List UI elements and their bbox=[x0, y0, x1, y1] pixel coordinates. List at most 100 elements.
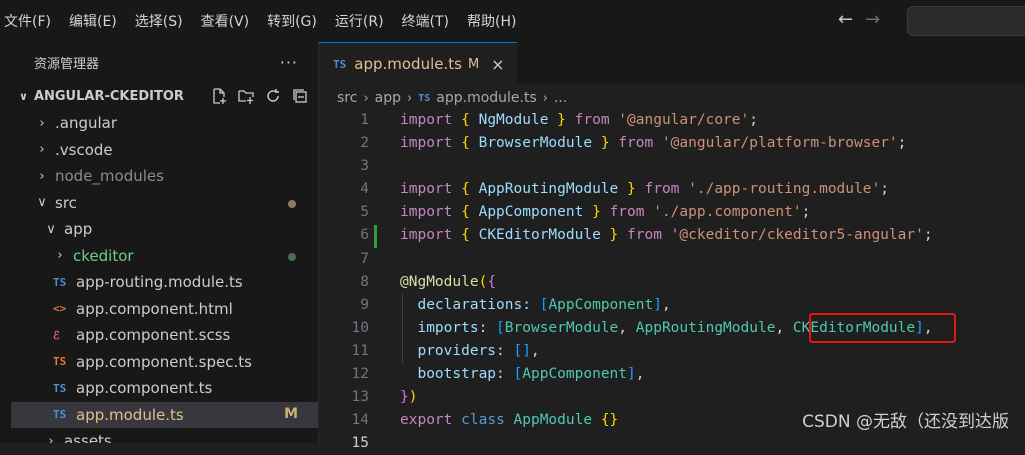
menu-item[interactable]: 转到(G) bbox=[267, 11, 317, 31]
breadcrumb-file[interactable]: app.module.ts bbox=[436, 90, 537, 106]
tree-file[interactable]: TS app-routing.module.ts bbox=[11, 269, 318, 296]
tree-folder[interactable]: › node_modules bbox=[11, 163, 318, 190]
refresh-icon[interactable] bbox=[263, 86, 283, 106]
explorer-title: 资源管理器 bbox=[34, 56, 100, 72]
chevron-right-icon: › bbox=[407, 90, 413, 106]
chevron-down-icon: ∨ bbox=[19, 89, 28, 103]
new-folder-icon[interactable] bbox=[236, 86, 256, 106]
spec-file-icon: TS bbox=[53, 355, 67, 369]
breadcrumb-src[interactable]: src bbox=[337, 90, 357, 106]
code-line: 3 bbox=[319, 155, 1025, 178]
file-tree: › .angular › .vscode › node_modules ∨ src ∨ app › c… bbox=[11, 110, 318, 443]
line-number: 8 bbox=[360, 273, 369, 290]
typescript-file-icon: TS bbox=[333, 57, 347, 71]
menu-bar: 文件(F) 编辑(E) 选择(S) 查看(V) 转到(G) 运行(R) 终端(T) 帮助(H)… bbox=[0, 0, 1025, 42]
watermark: CSDN @无敌（还没到达版 bbox=[802, 412, 1009, 432]
code-line: 7 bbox=[319, 248, 1025, 271]
menu-item[interactable]: 帮助(H) bbox=[467, 11, 516, 31]
tree-folder[interactable]: ∨ app bbox=[11, 216, 318, 243]
tree-file[interactable]: TS app.component.spec.ts bbox=[11, 349, 318, 376]
tab-bar: TS app.module.ts M × bbox=[319, 42, 1025, 85]
close-icon[interactable]: × bbox=[491, 55, 504, 74]
activity-bar bbox=[0, 42, 11, 443]
tree-folder[interactable]: › ckeditor bbox=[11, 243, 318, 270]
tree-item-label: node_modules bbox=[55, 167, 164, 186]
line-number: 1 bbox=[360, 112, 369, 128]
menu-item[interactable]: 选择(S) bbox=[135, 11, 183, 31]
tree-folder[interactable]: › .angular bbox=[11, 110, 318, 137]
code-text: import { BrowserModule } from '@angular/… bbox=[400, 135, 907, 152]
line-number: 14 bbox=[351, 412, 369, 429]
menu-item[interactable]: 终端(T) bbox=[402, 11, 449, 31]
forward-arrow-icon[interactable]: → bbox=[865, 9, 880, 30]
breadcrumb-more[interactable]: ... bbox=[554, 90, 567, 106]
code-line: 11 providers: [], bbox=[319, 340, 1025, 363]
code-text: import { CKEditorModule } from '@ckedito… bbox=[400, 227, 933, 244]
code-text: }) bbox=[400, 389, 418, 406]
tab-modified-badge: M bbox=[467, 56, 480, 72]
code-text: @NgModule({ bbox=[400, 273, 497, 290]
line-number: 11 bbox=[351, 342, 369, 359]
menu-item[interactable]: 编辑(E) bbox=[69, 11, 117, 31]
back-arrow-icon[interactable]: ← bbox=[838, 9, 853, 30]
tree-item-label: .angular bbox=[55, 114, 118, 133]
code-line: 6 import { CKEditorModule } from '@ckedit… bbox=[319, 224, 1025, 247]
tree-item-label: app bbox=[64, 220, 93, 239]
menu-item[interactable]: 运行(R) bbox=[335, 11, 384, 31]
tree-file[interactable]: ℰapp.component.scss bbox=[11, 322, 318, 349]
tree-item-label: src bbox=[55, 193, 77, 212]
tree-item-label: app.component.spec.ts bbox=[76, 352, 252, 371]
chevron-right-icon: › bbox=[363, 90, 369, 106]
tree-item-label: .vscode bbox=[55, 140, 113, 159]
code-line: 5 import { AppComponent } from './app.com… bbox=[319, 201, 1025, 224]
ts-file-icon: TS bbox=[53, 408, 67, 422]
git-status-dot bbox=[288, 199, 296, 208]
menu-item[interactable]: 查看(V) bbox=[201, 11, 250, 31]
tree-item-label: ckeditor bbox=[73, 246, 134, 265]
tree-folder[interactable]: ∨ src bbox=[11, 190, 318, 217]
scss-file-icon: ℰ bbox=[53, 328, 60, 342]
line-number: 10 bbox=[351, 319, 369, 336]
breadcrumb: src › app › TS app.module.ts › ... bbox=[319, 84, 1025, 112]
explorer-header: 资源管理器 ··· bbox=[11, 42, 318, 82]
explorer-sidebar: 资源管理器 ··· ∨ ANGULAR-CKEDITOR › .angular … bbox=[11, 42, 319, 443]
project-root[interactable]: ∨ ANGULAR-CKEDITOR bbox=[11, 82, 318, 110]
code-line: 8 @NgModule({ bbox=[319, 271, 1025, 294]
code-line: 4 import { AppRoutingModule } from './app… bbox=[319, 178, 1025, 201]
tab-label: app.module.ts bbox=[354, 55, 462, 73]
tree-folder[interactable]: › assets bbox=[11, 428, 318, 443]
tree-item-label: app.component.ts bbox=[76, 379, 213, 398]
code-text: bootstrap: [AppComponent], bbox=[417, 366, 645, 383]
menu-item[interactable]: 文件(F) bbox=[4, 11, 51, 31]
git-status-dot bbox=[288, 252, 296, 261]
code-line: 15 bbox=[319, 432, 1025, 455]
line-number: 9 bbox=[360, 296, 369, 313]
code-text: import { AppRoutingModule } from './app-… bbox=[400, 181, 889, 198]
code-line: 13}) bbox=[319, 386, 1025, 409]
tree-file[interactable]: <> app.component.html bbox=[11, 296, 318, 323]
collapse-all-icon[interactable] bbox=[290, 86, 310, 106]
chevron-right-icon: › bbox=[39, 115, 45, 131]
tree-folder[interactable]: › .vscode bbox=[11, 137, 318, 164]
line-number: 2 bbox=[360, 135, 369, 152]
tab-app-module[interactable]: TS app.module.ts M × bbox=[319, 42, 517, 85]
command-center-search[interactable] bbox=[907, 6, 1025, 36]
line-number: 12 bbox=[351, 366, 369, 383]
line-number: 7 bbox=[360, 250, 369, 267]
more-actions-icon[interactable]: ··· bbox=[280, 53, 298, 72]
code-editor[interactable]: 1 import { NgModule } from '@angular/core… bbox=[319, 109, 1025, 455]
editor-area: TS app.module.ts M × src › app › TS app.… bbox=[319, 42, 1025, 451]
code-text: declarations: [AppComponent], bbox=[417, 296, 671, 313]
tree-file[interactable]: TS app.component.ts bbox=[11, 375, 318, 402]
typescript-file-icon: TS bbox=[418, 92, 431, 104]
new-file-icon[interactable] bbox=[209, 86, 229, 106]
nav-arrows: ← → bbox=[838, 9, 880, 30]
tree-file[interactable]: TS app.module.ts M bbox=[11, 401, 318, 428]
chevron-right-icon: › bbox=[542, 90, 548, 106]
line-number: 15 bbox=[351, 435, 369, 452]
ts-file-icon: TS bbox=[53, 275, 67, 289]
breadcrumb-app[interactable]: app bbox=[375, 90, 401, 106]
code-line: 2 import { BrowserModule } from '@angular… bbox=[319, 132, 1025, 155]
tree-item-label: assets bbox=[64, 432, 112, 443]
chevron-right-icon: › bbox=[39, 168, 45, 184]
